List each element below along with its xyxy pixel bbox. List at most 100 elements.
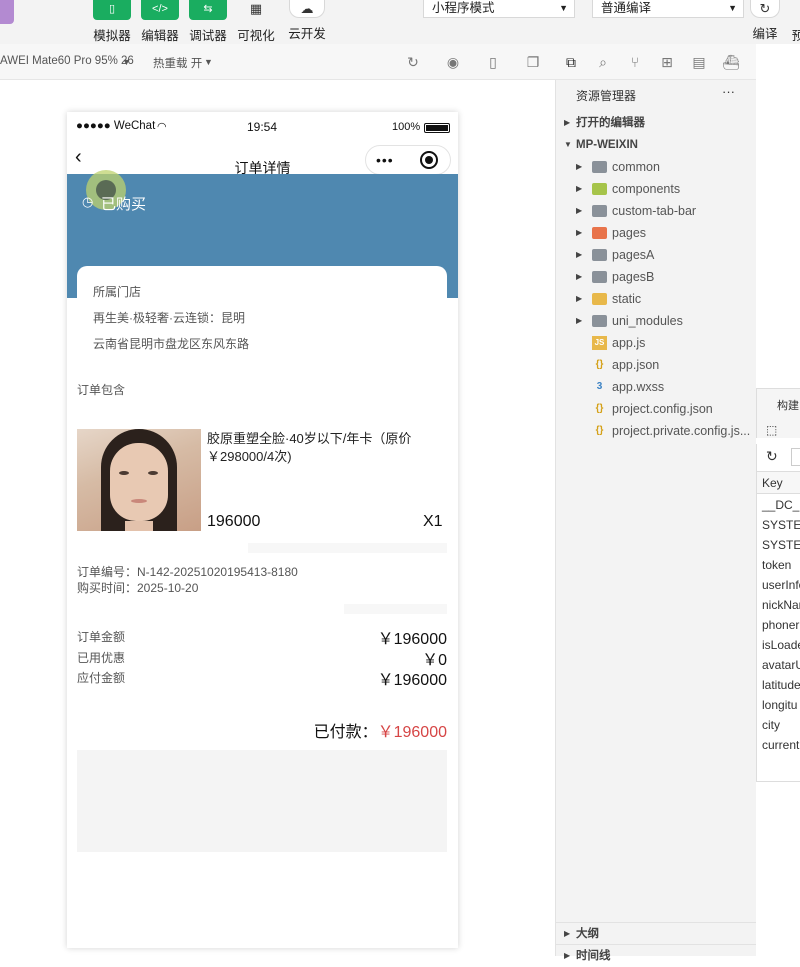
table-row[interactable]: __DC_S	[762, 498, 800, 512]
hot-reload-toggle[interactable]: 热重载 开	[153, 55, 202, 71]
tree-item[interactable]: JS app.js	[556, 332, 757, 354]
js-file-icon: JS	[592, 336, 607, 350]
folder-icon	[592, 315, 607, 327]
phone-screen: ●●●●● WeChat ◠ 19:54 100% ‹ 订单详情 ••• ◷ 已…	[67, 112, 458, 948]
order-status: 已购买	[101, 196, 147, 213]
store-address: 云南省昆明市盘龙区东风东路	[93, 337, 250, 351]
storage-panel: 构建 ⬚ ↻ Key __DC_S SYSTEM SYSTEM token us…	[756, 44, 800, 956]
refresh-icon[interactable]: ↻	[766, 448, 778, 465]
build-tab[interactable]: 构建	[777, 397, 799, 413]
payable-value: ￥196000	[377, 672, 447, 689]
grid-icon[interactable]: ⊞	[658, 53, 676, 71]
outline-section[interactable]: ▶ 大纲	[556, 922, 757, 944]
code-icon: </>	[141, 0, 179, 20]
tree-item[interactable]: ▶ components	[556, 178, 757, 200]
table-row[interactable]: current	[762, 738, 799, 752]
folder-icon	[592, 227, 607, 239]
store-heading: 所属门店	[93, 285, 142, 299]
battery-icon	[424, 123, 450, 133]
product-qty: X1	[423, 513, 443, 530]
preview-button[interactable]: 预	[788, 0, 800, 44]
compile-button[interactable]: ↻ 编译	[745, 0, 785, 44]
chevron-right-icon: ▶	[576, 228, 583, 237]
table-row[interactable]: SYSTEM	[762, 518, 800, 532]
mode-select[interactable]: 小程序模式 ▼	[423, 0, 575, 18]
divider	[248, 543, 447, 553]
docker-icon[interactable]: ⛴	[722, 53, 740, 71]
table-row[interactable]: nickNar	[762, 598, 800, 612]
eye-icon	[788, 0, 800, 20]
window-icon[interactable]: ❐	[524, 53, 542, 71]
chevron-right-icon: ▶	[576, 162, 583, 171]
visualize-button[interactable]: ▦ 可视化	[228, 0, 284, 44]
tree-item[interactable]: ▶ pagesB	[556, 266, 757, 288]
table-row[interactable]: SYSTEM	[762, 538, 800, 552]
purchase-time: 购买时间：2025-10-20	[77, 581, 199, 595]
discount-label: 已用优惠	[77, 651, 126, 665]
clock-icon: ◷	[82, 194, 94, 209]
storage-table: Key __DC_S SYSTEM SYSTEM token userInfo …	[756, 472, 800, 782]
tree-item[interactable]: {} project.config.json	[556, 398, 757, 420]
search-icon[interactable]: ⌕	[594, 53, 612, 71]
tree-item[interactable]: {} app.json	[556, 354, 757, 376]
tree-item[interactable]: ▶ static	[556, 288, 757, 310]
table-row[interactable]: token	[762, 558, 791, 572]
contains-label: 订单包含	[77, 383, 126, 397]
chevron-down-icon: ▼	[728, 3, 737, 13]
tree-item[interactable]: ▶ pages	[556, 222, 757, 244]
tree-item[interactable]: ▶ custom-tab-bar	[556, 200, 757, 222]
device-select[interactable]: AWEI Mate60 Pro 95% 26	[0, 55, 134, 67]
tree-item[interactable]: ▶ pagesA	[556, 244, 757, 266]
chevron-down-icon: ▼	[564, 140, 572, 149]
explorer-title: 资源管理器	[576, 89, 637, 103]
table-row[interactable]: longitu	[762, 698, 797, 712]
product-image[interactable]	[77, 429, 201, 531]
paid-value: ￥196000	[377, 724, 447, 741]
table-row[interactable]: avatarU	[762, 658, 800, 672]
project-section[interactable]: ▼ MP-WEIXIN	[556, 134, 757, 156]
cloud-icon: ☁	[289, 0, 325, 18]
filter-input[interactable]	[791, 448, 800, 466]
panel-icon[interactable]: ▤	[690, 53, 708, 71]
table-row[interactable]: city	[762, 718, 780, 732]
inspect-icon[interactable]: ⬚	[766, 423, 777, 437]
chevron-right-icon: ▶	[576, 272, 583, 281]
folder-icon	[592, 205, 607, 217]
phone-icon: ▯	[93, 0, 131, 20]
cloud-dev-button[interactable]: ☁ 云开发	[279, 0, 335, 44]
store-card: 所属门店 再生美·极轻奢·云连锁：昆明 云南省昆明市盘龙区东风东路	[77, 266, 447, 416]
stop-icon[interactable]: ◉	[444, 53, 462, 71]
phone-icon[interactable]: ▯	[484, 53, 502, 71]
timeline-section[interactable]: ▶ 时间线	[556, 944, 757, 966]
tree-item[interactable]: ▶ common	[556, 156, 757, 178]
chevron-right-icon: ▶	[576, 206, 583, 215]
refresh-icon[interactable]: ↻	[404, 53, 422, 71]
more-icon[interactable]: ···	[722, 84, 735, 99]
chevron-right-icon: ▶	[576, 250, 583, 259]
more-icon[interactable]: •••	[376, 152, 394, 168]
json-file-icon: {}	[595, 359, 604, 370]
chevron-right-icon: ▶	[576, 184, 583, 193]
clock: 19:54	[247, 120, 278, 134]
app-avatar[interactable]	[0, 0, 14, 24]
table-row[interactable]: userInfo	[762, 578, 800, 592]
panel-toolbar: ↻	[756, 444, 800, 472]
wifi-icon: ◠	[157, 121, 167, 133]
chevron-right-icon: ▶	[576, 294, 583, 303]
debug-icon: ⇆	[189, 0, 227, 20]
tree-item[interactable]: 3 app.wxss	[556, 376, 757, 398]
table-row[interactable]: latitude	[762, 678, 800, 692]
file-explorer: 资源管理器 ··· ▶ 打开的编辑器 ▼ MP-WEIXIN ▶ common ▶…	[555, 80, 757, 962]
table-row[interactable]: phoner	[762, 618, 799, 632]
carrier: ●●●●● WeChat	[76, 120, 156, 132]
product-price: 196000	[207, 513, 261, 530]
branch-icon[interactable]: ⑂	[626, 53, 644, 71]
open-editors-section[interactable]: ▶ 打开的编辑器	[556, 112, 757, 134]
compile-select[interactable]: 普通编译 ▼	[592, 0, 744, 18]
tree-item[interactable]: {} project.private.config.js...	[556, 420, 757, 442]
copy-icon[interactable]: ⧉	[562, 53, 580, 71]
table-row[interactable]: isLoade	[762, 638, 800, 652]
tree-item[interactable]: ▶ uni_modules	[556, 310, 757, 332]
close-circle-icon[interactable]	[420, 151, 438, 169]
chevron-right-icon: ▶	[564, 929, 571, 938]
